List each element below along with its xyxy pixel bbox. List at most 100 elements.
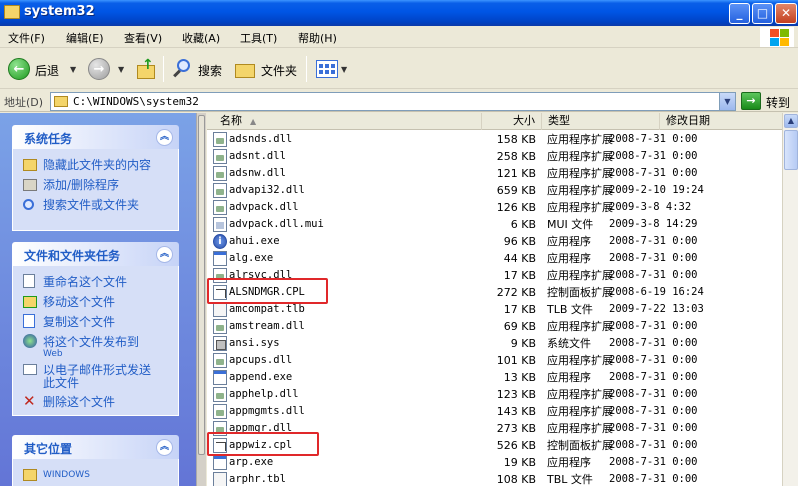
file-type: 系统文件: [547, 337, 591, 350]
file-list-scrollbar[interactable]: ▲: [782, 113, 798, 486]
file-name[interactable]: amstream.dll: [229, 318, 305, 335]
file-name[interactable]: arphr.tbl: [229, 471, 286, 486]
menu-help[interactable]: 帮助(H): [298, 30, 337, 46]
dll-file-icon[interactable]: [213, 353, 227, 368]
back-dropdown-icon[interactable]: ▼: [70, 65, 76, 74]
menu-favorites[interactable]: 收藏(A): [182, 30, 220, 46]
column-header-size[interactable]: 大小: [482, 113, 542, 130]
copy-icon: [23, 314, 35, 328]
go-arrow-icon[interactable]: →: [741, 92, 761, 110]
table-row[interactable]: apphelp.dll 123 KB 应用程序扩展 2008-7-31 0:00: [207, 386, 782, 403]
tlb-file-icon[interactable]: [213, 472, 227, 486]
exe-file-icon[interactable]: [213, 455, 227, 470]
file-type: 应用程序扩展: [547, 184, 613, 197]
up-folder-icon[interactable]: ↑: [136, 57, 158, 81]
toolbar: ← 后退 ▼ → ▼ ↑ 搜索 文件夹 ▼: [0, 49, 798, 89]
forward-dropdown-icon[interactable]: ▼: [118, 65, 124, 74]
table-row[interactable]: appmgmts.dll 143 KB 应用程序扩展 2008-7-31 0:00: [207, 403, 782, 420]
table-row[interactable]: alg.exe 44 KB 应用程序 2008-7-31 0:00: [207, 250, 782, 267]
table-row[interactable]: ansi.sys 9 KB 系统文件 2008-7-31 0:00: [207, 335, 782, 352]
file-name[interactable]: alg.exe: [229, 250, 273, 267]
file-type: MUI 文件: [547, 218, 594, 231]
forward-arrow-icon[interactable]: →: [88, 58, 110, 80]
address-value[interactable]: C:\WINDOWS\system32: [73, 95, 199, 108]
file-name[interactable]: ansi.sys: [229, 335, 280, 352]
folders-icon[interactable]: [235, 60, 257, 78]
file-date: 2008-6-19 16:24: [609, 286, 704, 298]
file-name[interactable]: apphelp.dll: [229, 386, 299, 403]
table-row[interactable]: advpack.dll.mui 6 KB MUI 文件 2009-3-8 14:29: [207, 216, 782, 233]
dll-file-icon[interactable]: [213, 200, 227, 215]
column-header-type[interactable]: 类型: [542, 113, 660, 130]
exe-file-icon[interactable]: [213, 251, 227, 266]
go-button-label[interactable]: 转到: [766, 94, 790, 111]
file-name[interactable]: advapi32.dll: [229, 182, 305, 199]
file-name[interactable]: appmgmts.dll: [229, 403, 305, 420]
tlb-file-icon[interactable]: [213, 302, 227, 317]
scroll-up-arrow-icon[interactable]: ▲: [784, 114, 798, 128]
collapse-chevron-icon[interactable]: ︽: [156, 246, 173, 263]
menu-edit[interactable]: 编辑(E): [66, 30, 104, 46]
file-date: 2008-7-31 0:00: [609, 456, 698, 468]
table-row[interactable]: arphr.tbl 108 KB TBL 文件 2008-7-31 0:00: [207, 471, 782, 486]
table-row[interactable]: adsnt.dll 258 KB 应用程序扩展 2008-7-31 0:00: [207, 148, 782, 165]
address-input[interactable]: C:\WINDOWS\system32 ▼: [50, 92, 736, 111]
address-dropdown-icon[interactable]: ▼: [719, 93, 735, 110]
collapse-chevron-icon[interactable]: ︽: [156, 439, 173, 456]
sys-file-icon[interactable]: [213, 336, 227, 351]
file-name[interactable]: adsnt.dll: [229, 148, 286, 165]
table-row[interactable]: i ahui.exe 96 KB 应用程序 2008-7-31 0:00: [207, 233, 782, 250]
file-name[interactable]: adsnds.dll: [229, 131, 292, 148]
maximize-button[interactable]: □: [752, 3, 773, 24]
column-header-date[interactable]: 修改日期: [660, 113, 782, 130]
table-row[interactable]: advapi32.dll 659 KB 应用程序扩展 2009-2-10 19:24: [207, 182, 782, 199]
views-dropdown-icon[interactable]: ▼: [341, 65, 347, 74]
table-row[interactable]: append.exe 13 KB 应用程序 2008-7-31 0:00: [207, 369, 782, 386]
file-date: 2009-2-10 19:24: [609, 184, 704, 196]
folders-button-label[interactable]: 文件夹: [261, 62, 297, 79]
table-row[interactable]: amstream.dll 69 KB 应用程序扩展 2008-7-31 0:00: [207, 318, 782, 335]
menu-view[interactable]: 查看(V): [124, 30, 162, 46]
file-name[interactable]: arp.exe: [229, 454, 273, 471]
exe-file-icon[interactable]: [213, 370, 227, 385]
info-file-icon[interactable]: i: [213, 234, 227, 249]
column-header-name[interactable]: 名称 ▲: [207, 113, 482, 130]
file-type: 应用程序扩展: [547, 133, 613, 146]
close-button[interactable]: ✕: [775, 3, 797, 24]
menu-file[interactable]: 文件(F): [8, 30, 45, 46]
menu-tools[interactable]: 工具(T): [240, 30, 277, 46]
scrollbar-thumb[interactable]: [784, 130, 798, 170]
other-places-header[interactable]: 其它位置 ︽: [12, 435, 179, 459]
table-row[interactable]: adsnds.dll 158 KB 应用程序扩展 2008-7-31 0:00: [207, 131, 782, 148]
table-row[interactable]: advpack.dll 126 KB 应用程序扩展 2009-3-8 4:32: [207, 199, 782, 216]
mui-file-icon[interactable]: [213, 217, 227, 232]
scrollbar-thumb[interactable]: [198, 115, 205, 455]
search-icon[interactable]: [172, 58, 194, 80]
back-button-label[interactable]: 后退: [35, 62, 59, 79]
table-row[interactable]: adsnw.dll 121 KB 应用程序扩展 2008-7-31 0:00: [207, 165, 782, 182]
file-name[interactable]: advpack.dll.mui: [229, 216, 324, 233]
file-name[interactable]: ahui.exe: [229, 233, 280, 250]
file-name[interactable]: advpack.dll: [229, 199, 299, 216]
system-tasks-header[interactable]: 系统任务 ︽: [12, 125, 179, 149]
file-name[interactable]: append.exe: [229, 369, 292, 386]
task-pane-scrollbar[interactable]: [196, 113, 206, 486]
collapse-chevron-icon[interactable]: ︽: [156, 129, 173, 146]
file-tasks-header[interactable]: 文件和文件夹任务 ︽: [12, 242, 179, 266]
dll-file-icon[interactable]: [213, 149, 227, 164]
search-button-label[interactable]: 搜索: [198, 62, 222, 79]
minimize-button[interactable]: _: [729, 3, 750, 24]
views-icon[interactable]: [316, 60, 338, 78]
file-name[interactable]: apcups.dll: [229, 352, 292, 369]
dll-file-icon[interactable]: [213, 387, 227, 402]
dll-file-icon[interactable]: [213, 132, 227, 147]
file-name[interactable]: adsnw.dll: [229, 165, 286, 182]
dll-file-icon[interactable]: [213, 319, 227, 334]
dll-file-icon[interactable]: [213, 166, 227, 181]
file-list: 名称 ▲ 大小 类型 修改日期 adsnds.dll 158 KB 应用程序扩展 200…: [207, 113, 782, 486]
back-arrow-icon[interactable]: ←: [8, 58, 30, 80]
dll-file-icon[interactable]: [213, 183, 227, 198]
table-row[interactable]: arp.exe 19 KB 应用程序 2008-7-31 0:00: [207, 454, 782, 471]
dll-file-icon[interactable]: [213, 404, 227, 419]
table-row[interactable]: apcups.dll 101 KB 应用程序扩展 2008-7-31 0:00: [207, 352, 782, 369]
